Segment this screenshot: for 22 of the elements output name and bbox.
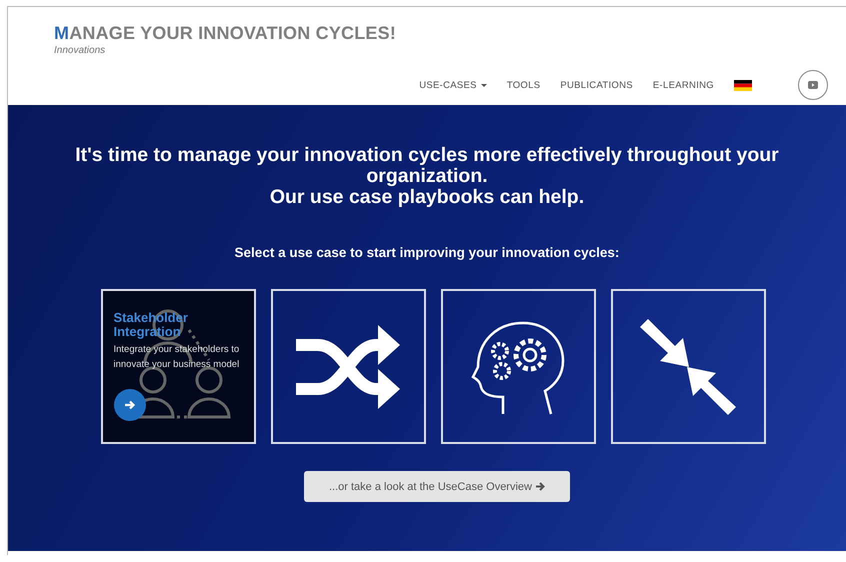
arrow-icon	[536, 482, 545, 491]
hero-heading: It's time to manage your innovation cycles more effectively throughout your organization.	[74, 145, 780, 187]
nav-link[interactable]: TOOLS	[506, 80, 540, 90]
use-case-card[interactable]	[270, 289, 426, 444]
arrow-button[interactable]	[114, 389, 146, 421]
nav-link[interactable]: E-LEARNING	[652, 80, 714, 90]
nav-link[interactable]: USE-CASES	[419, 80, 487, 90]
hero-heading: Our use case playbooks can help.	[268, 187, 586, 208]
use-case-card[interactable]	[440, 289, 596, 444]
site-subtitle: Innovations	[54, 45, 106, 56]
site-title[interactable]: MANAGE YOUR INNOVATION CYCLES!	[54, 23, 396, 44]
card-description: Integrate your stakeholders to innovate your business model	[114, 343, 240, 372]
video-icon[interactable]	[798, 70, 828, 100]
overview-button[interactable]: ...or take a look at the UseCase Overview	[304, 471, 570, 502]
arrow-icon	[124, 399, 136, 411]
card-title: Stakeholder Integration	[114, 311, 189, 339]
use-case-card[interactable]: Stakeholder Integration Integrate your stakeholders to innovate your business model	[100, 289, 256, 444]
use-case-prompt: Select a use case to start improving your innovation cycles:	[234, 245, 620, 260]
nav-link[interactable]: PUBLICATIONS	[560, 80, 633, 90]
use-case-card[interactable]	[610, 289, 766, 444]
flag-icon[interactable]	[734, 80, 752, 90]
caret-icon	[480, 84, 487, 86]
